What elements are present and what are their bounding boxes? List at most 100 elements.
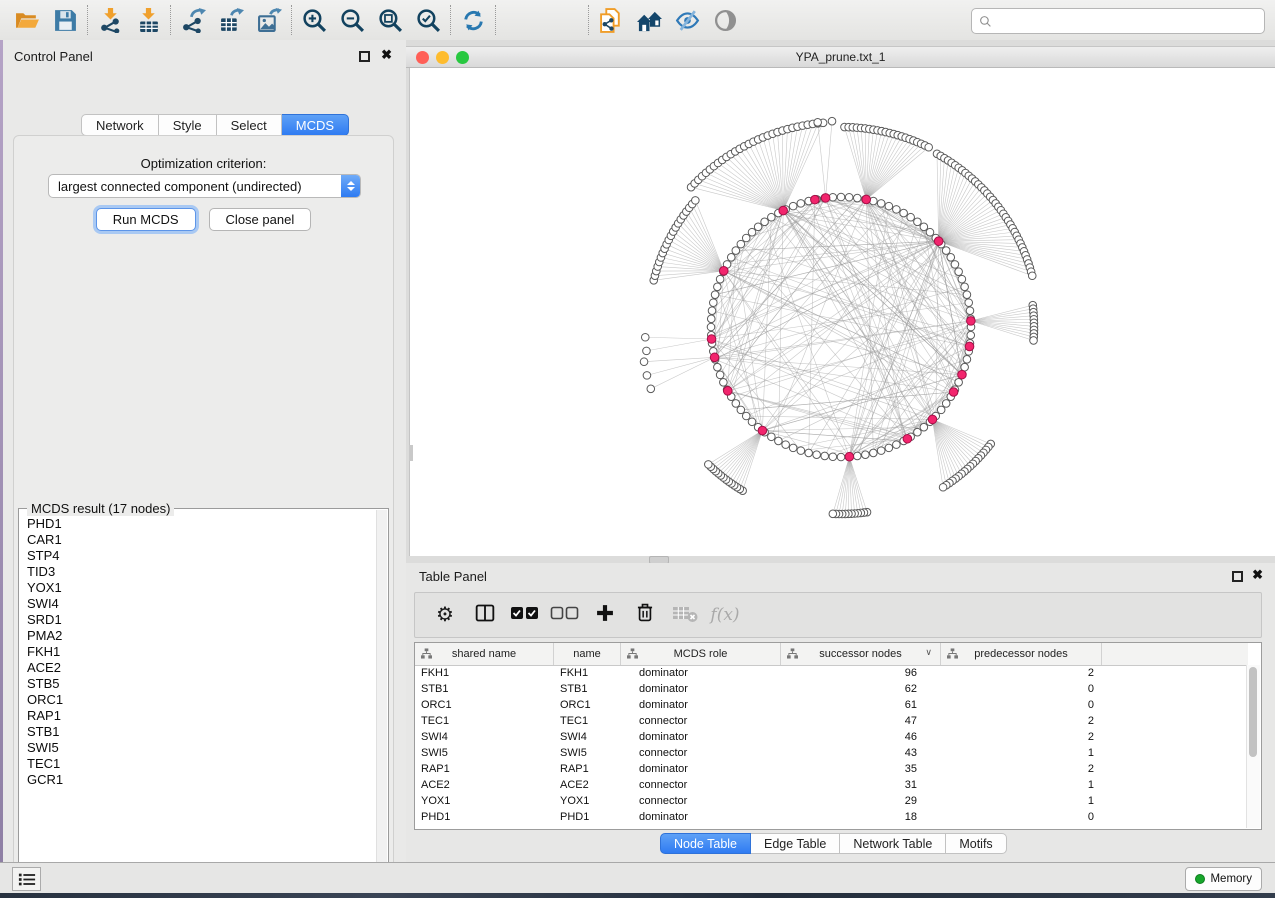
graph-node[interactable] — [643, 347, 651, 355]
deselect-all-button[interactable] — [545, 597, 585, 633]
graph-node[interactable] — [926, 228, 934, 236]
graph-node[interactable] — [732, 247, 740, 255]
graph-node[interactable] — [939, 483, 947, 491]
graph-node[interactable] — [647, 385, 655, 393]
table-row[interactable]: SWI5SWI5connector431 — [415, 745, 1247, 761]
mcds-result-item[interactable]: ORC1 — [19, 692, 376, 708]
select-all-button[interactable] — [505, 597, 545, 633]
graph-node[interactable] — [958, 275, 966, 283]
tab-motifs[interactable]: Motifs — [946, 833, 1006, 854]
run-mcds-button[interactable]: Run MCDS — [96, 208, 196, 231]
graph-hub-node[interactable] — [958, 370, 967, 379]
graph-node[interactable] — [813, 451, 821, 459]
graph-node[interactable] — [885, 444, 893, 452]
graph-node[interactable] — [797, 200, 805, 208]
column-header-successor-nodes[interactable]: successor nodes∨ — [781, 643, 941, 665]
graph-node[interactable] — [643, 372, 651, 380]
graph-hub-node[interactable] — [845, 452, 854, 461]
export-network-button[interactable] — [174, 4, 212, 36]
graph-node[interactable] — [768, 433, 776, 441]
graph-node[interactable] — [742, 234, 750, 242]
search-box[interactable] — [971, 8, 1265, 34]
graph-node[interactable] — [837, 193, 845, 201]
mcds-result-item[interactable]: STB1 — [19, 724, 376, 740]
graph-node[interactable] — [877, 447, 885, 455]
mcds-result-item[interactable]: STB5 — [19, 676, 376, 692]
table-row[interactable]: SWI4SWI4dominator462 — [415, 729, 1247, 745]
graph-node[interactable] — [828, 117, 836, 125]
duplicate-network-button[interactable] — [592, 4, 630, 36]
graph-node[interactable] — [942, 247, 950, 255]
table-row[interactable]: RAP1RAP1dominator352 — [415, 761, 1247, 777]
hide-eye-button[interactable] — [668, 4, 706, 36]
column-header-name[interactable]: name — [554, 643, 621, 665]
mcds-result-item[interactable]: ACE2 — [19, 660, 376, 676]
graph-node[interactable] — [789, 444, 797, 452]
gear-button[interactable]: ⚙ — [425, 597, 465, 633]
memory-button[interactable]: Memory — [1185, 867, 1262, 891]
column-header-MCDS-role[interactable]: MCDS role — [621, 643, 781, 665]
graph-node[interactable] — [761, 218, 769, 226]
zoom-fit-button[interactable] — [371, 4, 409, 36]
graph-hub-node[interactable] — [949, 388, 958, 397]
graph-node[interactable] — [900, 209, 908, 217]
graph-node[interactable] — [732, 400, 740, 408]
criterion-select[interactable]: largest connected component (undirected) — [48, 174, 361, 198]
export-table-button[interactable] — [212, 4, 250, 36]
graph-node[interactable] — [714, 283, 722, 291]
float-panel-icon[interactable] — [359, 51, 370, 62]
graph-node[interactable] — [845, 193, 853, 201]
mcds-result-item[interactable]: SRD1 — [19, 612, 376, 628]
mcds-result-item[interactable]: YOX1 — [19, 580, 376, 596]
graph-hub-node[interactable] — [821, 194, 830, 203]
tab-style[interactable]: Style — [159, 114, 217, 136]
tab-edge-table[interactable]: Edge Table — [751, 833, 840, 854]
close-table-panel-icon[interactable]: ✖ — [1252, 568, 1263, 582]
add-button[interactable] — [585, 597, 625, 633]
mcds-result-item[interactable]: PMA2 — [19, 628, 376, 644]
graph-node[interactable] — [955, 379, 963, 387]
graph-node[interactable] — [966, 307, 974, 315]
graph-node[interactable] — [877, 200, 885, 208]
graph-node[interactable] — [1030, 337, 1038, 345]
graph-node[interactable] — [893, 441, 901, 449]
graph-node[interactable] — [797, 447, 805, 455]
graph-node[interactable] — [965, 299, 973, 307]
export-image-button[interactable] — [250, 4, 288, 36]
graph-node[interactable] — [885, 202, 893, 210]
columns-button[interactable] — [465, 597, 505, 633]
import-network-button[interactable] — [91, 4, 129, 36]
table-row[interactable]: FKH1FKH1dominator962 — [415, 665, 1247, 681]
graph-node[interactable] — [862, 451, 870, 459]
search-input[interactable] — [997, 11, 1264, 31]
mcds-result-item[interactable]: RAP1 — [19, 708, 376, 724]
result-list-scrollbar[interactable] — [376, 510, 387, 878]
mcds-result-item[interactable]: SWI5 — [19, 740, 376, 756]
graph-node[interactable] — [951, 261, 959, 269]
graph-node[interactable] — [714, 363, 722, 371]
graph-node[interactable] — [853, 194, 861, 202]
column-header-predecessor-nodes[interactable]: predecessor nodes — [941, 643, 1102, 665]
graph-node[interactable] — [748, 418, 756, 426]
graph-node[interactable] — [937, 406, 945, 414]
zoom-out-button[interactable] — [333, 4, 371, 36]
trash-button[interactable] — [625, 597, 665, 633]
graph-node[interactable] — [837, 453, 845, 461]
graph-node[interactable] — [829, 510, 837, 518]
graph-node[interactable] — [640, 358, 648, 366]
close-panel-button[interactable]: Close panel — [209, 208, 312, 231]
graph-node[interactable] — [716, 371, 724, 379]
close-panel-icon[interactable]: ✖ — [381, 48, 392, 62]
table-row[interactable]: ACE2ACE2connector311 — [415, 777, 1247, 793]
graph-node[interactable] — [711, 291, 719, 299]
graph-hub-node[interactable] — [710, 353, 719, 362]
table-row[interactable]: TEC1TEC1connector472 — [415, 713, 1247, 729]
tab-select[interactable]: Select — [217, 114, 282, 136]
graph-node[interactable] — [853, 452, 861, 460]
graph-hub-node[interactable] — [707, 335, 716, 344]
mcds-result-item[interactable]: GCR1 — [19, 772, 376, 788]
zoom-in-button[interactable] — [295, 4, 333, 36]
graph-node[interactable] — [742, 412, 750, 420]
mcds-result-item[interactable]: STP4 — [19, 548, 376, 564]
mcds-result-item[interactable]: FKH1 — [19, 644, 376, 660]
